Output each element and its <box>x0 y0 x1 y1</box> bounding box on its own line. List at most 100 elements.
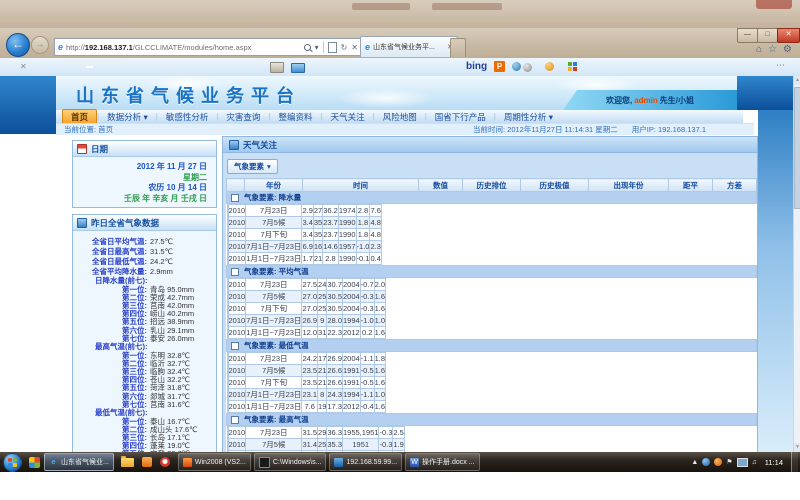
nav-item-9[interactable]: 周期性分析 ▾ <box>496 110 561 124</box>
taskbar-window-label: 操作手册.docx ... <box>422 457 475 467</box>
tray-network-globe-icon[interactable] <box>702 458 710 466</box>
messenger-icon[interactable] <box>512 62 521 71</box>
network-monitor-icon[interactable] <box>737 458 748 467</box>
group-header-row[interactable]: 气象要素: 最高气温 <box>227 414 757 426</box>
stat-value: 31.5℃ <box>150 247 173 257</box>
taskbar-window-word[interactable]: W操作手册.docx ... <box>405 453 480 471</box>
address-bar[interactable]: e http://192.168.137.1/GLCCLIMATE/module… <box>54 38 362 56</box>
camera-icon[interactable] <box>545 62 554 71</box>
media-app-icon[interactable] <box>142 457 152 467</box>
stop-icon[interactable]: ✕ <box>351 43 358 52</box>
explorer-folder-icon[interactable] <box>121 458 134 467</box>
rank-value: 泰安 26.0mm <box>150 335 194 343</box>
taskbar-window-rdp[interactable]: 192.168.59.99... <box>329 453 402 471</box>
table-row[interactable]: 20107月下旬23.52126.61991-0.51.6 <box>227 377 386 389</box>
close-button[interactable]: ✕ <box>777 28 800 43</box>
group-header-row[interactable]: 气象要素: 平均气温 <box>227 266 757 278</box>
show-desktop-button[interactable] <box>791 452 798 472</box>
date-panel-body: 2012 年 11 月 27 日 星期二 农历 10 月 14 日 壬辰 年 辛… <box>73 157 216 204</box>
bing-logo[interactable]: bing <box>466 61 487 72</box>
table-row[interactable]: 20107月23日2.92736.219742.87.6 <box>227 205 381 217</box>
nav-item-2[interactable]: 数据分析 ▾ <box>99 110 156 124</box>
favorites-star-icon[interactable]: ☆ <box>768 44 777 56</box>
table-row[interactable]: 20101月1日~7月23日1.7212.81990-0.10.4 <box>227 253 381 265</box>
action-center-flag-icon[interactable]: ⚑ <box>726 458 732 466</box>
start-button[interactable] <box>3 453 22 472</box>
overflow-dots-icon[interactable]: ⋯ <box>776 60 786 71</box>
vertical-scrollbar[interactable]: ▲ ▼ <box>793 76 800 452</box>
nav-item-6[interactable]: 天气关注 <box>323 110 373 124</box>
back-button[interactable]: ← <box>6 33 30 57</box>
table-row[interactable]: 20107月下旬3.43523.719901.84.8 <box>227 229 381 241</box>
tray-up-arrow-icon[interactable]: ▲ <box>691 459 698 466</box>
table-row[interactable]: 20107月23日24.21726.92004-1.11.8 <box>227 353 386 365</box>
chevron-down-icon: ▾ <box>267 162 271 171</box>
new-tab-button[interactable] <box>450 38 466 57</box>
group-checkbox[interactable] <box>231 194 239 202</box>
weather-focus-body: 气象要素 ▾ 年份时间数值历史排位历史极值出现年份距平方差 气象要素: 降水量2… <box>222 153 758 452</box>
volume-speaker-icon[interactable]: ♫ <box>752 459 757 466</box>
printer-icon[interactable] <box>270 62 284 73</box>
column-header: 历史极值 <box>521 179 589 192</box>
element-dropdown-button[interactable]: 气象要素 ▾ <box>227 159 278 174</box>
search-dropdown-icon[interactable]: ▾ <box>315 43 319 52</box>
table-row[interactable]: 20107月1日~7月23日26.9928.01994-1.01.0 <box>227 315 386 327</box>
taskbar-clock[interactable]: 11:14 <box>761 458 787 467</box>
nav-item-5[interactable]: 整编资料 <box>271 110 321 124</box>
forward-button[interactable]: → <box>31 36 49 54</box>
stat-line: 全省日最低气温:24.2℃ <box>73 257 216 267</box>
nav-item-7[interactable]: 风险地图 <box>375 110 425 124</box>
maximize-button[interactable]: □ <box>757 28 778 43</box>
table-row[interactable]: 20101月1日~7月23日12.03122.320120.21.6 <box>227 327 386 339</box>
tools-gear-icon[interactable]: ⚙ <box>783 44 792 56</box>
group-checkbox[interactable] <box>231 342 239 350</box>
stats-panel-title: 昨日全省气象数据 <box>91 217 159 229</box>
url-protocol: http:// <box>66 43 85 52</box>
group-checkbox[interactable] <box>231 416 239 424</box>
scroll-down-icon[interactable]: ▼ <box>794 443 800 452</box>
nav-item-4[interactable]: 灾害查询 <box>218 110 268 124</box>
nav-item-8[interactable]: 国省下行产品 <box>427 110 494 124</box>
welcome-suffix: 先生/小姐 <box>660 95 694 106</box>
toolbar-close-icon[interactable]: ✕ <box>20 62 27 71</box>
home-icon[interactable]: ⌂ <box>756 44 762 56</box>
date-panel-title: 日期 <box>91 143 108 155</box>
taskbar-window-vm[interactable]: Win2008 (VS2... <box>178 453 251 471</box>
lunar-date: 农历 10 月 14 日 <box>73 183 207 194</box>
cmd-icon <box>259 457 270 468</box>
scrollbar-thumb[interactable] <box>794 87 800 209</box>
welcome-prefix: 欢迎您, <box>606 95 632 106</box>
minimize-button[interactable]: — <box>737 28 758 43</box>
table-row[interactable]: 20107月5候3.43523.719901.84.8 <box>227 217 381 229</box>
group-header-row[interactable]: 气象要素: 降水量 <box>227 192 757 204</box>
table-row[interactable]: 20107月1日~7月23日6.91614.61957-1.02.3 <box>227 241 381 253</box>
table-row[interactable]: 20107月5候23.52126.61991-0.51.6 <box>227 365 386 377</box>
nav-item-3[interactable]: 敏感性分析 <box>158 110 217 124</box>
table-row[interactable]: 20107月1日~7月23日23.1824.31994-1.11.0 <box>227 389 386 401</box>
weather-focus-header: 天气关注 <box>222 136 758 153</box>
table-row[interactable]: 20101月1日~7月23日7.61917.32012-0.41.6 <box>227 401 386 413</box>
table-row[interactable]: 20107月下旬27.02530.52004-0.31.6 <box>227 303 386 315</box>
browser-tab[interactable]: e 山东省气候业务平... ✕ <box>360 36 458 57</box>
mail-send-icon[interactable] <box>291 63 305 73</box>
quick-launch-icon[interactable] <box>29 457 40 468</box>
table-row[interactable]: 20107月23日31.52936.31955,1951-0.32.5 <box>227 427 404 439</box>
group-checkbox[interactable] <box>231 268 239 276</box>
group-header-row[interactable]: 气象要素: 最低气温 <box>227 340 757 352</box>
table-row[interactable]: 20107月23日27.52430.72004-0.72.0 <box>227 279 386 291</box>
p-app-icon[interactable]: P <box>494 61 505 72</box>
date-panel-header: 日期 <box>73 141 216 157</box>
apps-grid-icon[interactable] <box>568 62 577 71</box>
tray-app-icon[interactable] <box>714 458 722 466</box>
scroll-up-icon[interactable]: ▲ <box>794 76 800 85</box>
taskbar-window-cmd[interactable]: C:\Windows\s... <box>254 453 327 471</box>
player-app-icon[interactable] <box>160 457 170 467</box>
compatibility-icon[interactable] <box>328 42 337 53</box>
table-row[interactable]: 20107月5候27.02530.52004-0.31.6 <box>227 291 386 303</box>
table-row[interactable]: 20107月5候31.42535.31951-0.31.9 <box>227 439 404 451</box>
taskbar-window-ie[interactable]: e山东省气候业... <box>44 453 114 471</box>
contact-icon[interactable] <box>523 63 532 72</box>
search-icon[interactable] <box>304 44 311 51</box>
refresh-icon[interactable]: ↻ <box>341 43 348 52</box>
calendar-icon <box>77 144 87 154</box>
